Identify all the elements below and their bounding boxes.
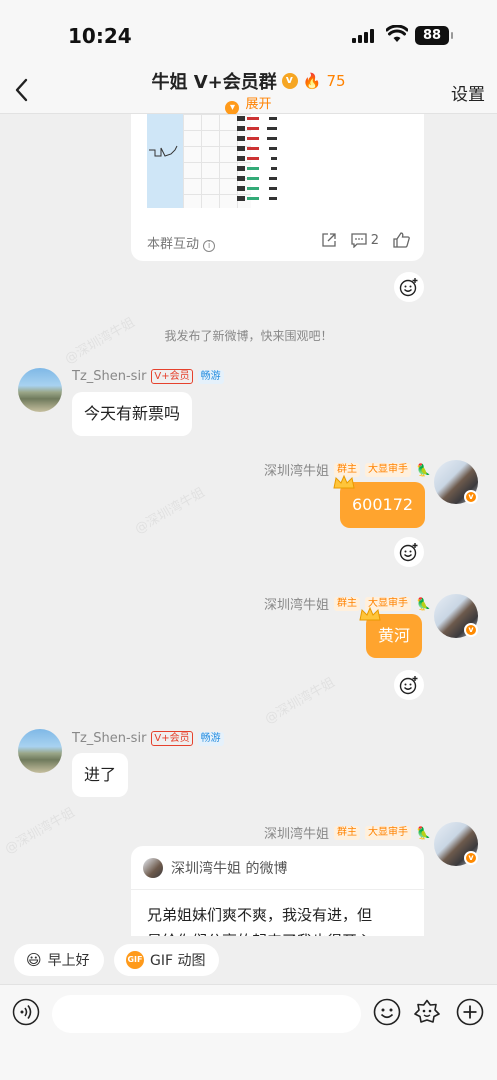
voice-icon[interactable] [12,998,40,1026]
message-bubble[interactable]: 今天有新票吗 [72,392,193,436]
chevron-down-icon: ▾ [225,101,240,115]
verified-icon: v [464,623,478,637]
quick-reply-good-morning[interactable]: 😃 早上好 [14,944,104,976]
chat-header: 牛姐 V+会员群 🔥 75 ▾ 展开 设置 [0,66,497,115]
group-title[interactable]: 牛姐 V+会员群 🔥 75 [151,68,345,94]
sticker-icon[interactable] [413,998,441,1026]
table-graphic [221,116,277,201]
crown-icon [359,606,381,621]
watermark: @深圳湾牛姐 [2,805,78,858]
smiley-plus-icon [399,543,418,562]
sender-name[interactable]: 深圳湾牛姐 [264,594,329,613]
plus-icon[interactable] [456,998,484,1026]
sender-name[interactable]: 深圳湾牛姐 [264,823,329,842]
share-icon[interactable] [321,232,337,248]
sender-name[interactable]: 深圳湾牛姐 [264,460,329,479]
like-icon[interactable] [393,232,410,248]
group-name: 牛姐 V+会员群 [151,72,277,93]
watermark: @深圳湾牛姐 [262,675,338,728]
input-bar [0,984,497,1080]
quick-reply-gif[interactable]: GIF GIF 动图 [114,944,220,976]
expand-label: 展开 [245,97,272,112]
vip-badge: V+会员 [151,731,193,746]
comment-button[interactable]: 2 [351,233,379,248]
crown-icon [333,474,355,489]
mascot-icon: 🦜 [416,825,431,840]
comment-count: 2 [370,232,379,248]
info-icon: i [203,240,216,252]
gif-icon: GIF [126,951,144,969]
shared-weibo-card[interactable]: 深圳湾牛姐 的微博 兄弟姐妹们爽不爽，我没有进，但 是给你们分享的起来了我也得开… [131,846,424,936]
verified-icon: v [464,851,478,865]
sender-info: Tz_Shen-sir V+会员 畅游 [72,369,224,384]
fire-count: 75 [326,72,346,90]
expand-toggle[interactable]: ▾ 展开 [0,93,497,115]
watermark: @深圳湾牛姐 [132,485,208,538]
sender-info: 深圳湾牛姐 群主 大显审手 🦜 [264,594,431,613]
shared-weibo-line: 兄弟姐妹们爽不爽，我没有进，但 [147,906,373,924]
smiley-plus-icon [399,278,418,297]
smile-emoji-icon: 😃 [26,951,42,969]
post-image-table [221,114,279,208]
wifi-icon [386,25,408,42]
quick-reply-label: GIF 动图 [150,953,206,969]
comment-icon [351,232,367,248]
title-badge: 大显审手 [365,462,412,477]
mascot-icon: 🦜 [416,596,431,611]
sender-name[interactable]: Tz_Shen-sir [72,369,146,384]
fire-icon: 🔥 [302,72,322,90]
status-bar: 10:24 88 [0,0,497,66]
avatar[interactable] [18,729,62,773]
stock-line-graphic [149,145,178,157]
owner-badge: 群主 [334,825,361,840]
system-message: 我发布了新微博，快来围观吧！ [164,329,333,343]
quick-reply-label: 早上好 [47,953,90,969]
settings-button[interactable]: 设置 [451,80,485,105]
vip-badge: V+会员 [151,369,193,384]
reaction-button[interactable] [394,670,424,700]
emoji-icon[interactable] [373,998,401,1026]
sender-info: 深圳湾牛姐 群主 大显审手 🦜 [264,823,431,842]
sender-name[interactable]: Tz_Shen-sir [72,731,146,746]
status-time: 10:24 [68,24,132,48]
post-image[interactable] [147,114,251,208]
group-interaction-label[interactable]: 本群互动 i [147,233,216,252]
reaction-button[interactable] [394,272,424,302]
battery-indicator: 88 [415,26,453,45]
weibo-post-card[interactable]: 本群互动 i 2 [131,114,424,261]
owner-badge: 群主 [334,596,361,611]
shared-weibo-line: 是给你们分享的起来了我也得开心 [147,928,408,936]
avatar[interactable] [18,368,62,412]
shared-weibo-body: 兄弟姐妹们爽不爽，我没有进，但 是给你们分享的起来了我也得开心 [131,890,424,936]
signal-icon [352,29,374,43]
post-actions: 2 [321,232,410,248]
message-bubble[interactable]: 进了 [72,753,129,797]
mascot-icon: 🦜 [416,462,431,477]
shared-weibo-title: 深圳湾牛姐 的微博 [171,860,288,877]
author-avatar [143,857,163,878]
sender-info: Tz_Shen-sir V+会员 畅游 [72,731,224,746]
smiley-plus-icon [399,676,418,695]
message-input[interactable] [52,995,361,1033]
reaction-button[interactable] [394,537,424,567]
verified-icon: v [464,490,478,504]
member-badge: 畅游 [197,369,224,384]
group-interaction-text: 本群互动 [147,237,200,252]
member-badge: 畅游 [197,731,224,746]
shared-weibo-header: 深圳湾牛姐 的微博 [131,846,424,890]
title-badge: 大显审手 [365,825,412,840]
title-area: 牛姐 V+会员群 🔥 75 [0,66,497,94]
verified-badge-icon [281,73,298,89]
